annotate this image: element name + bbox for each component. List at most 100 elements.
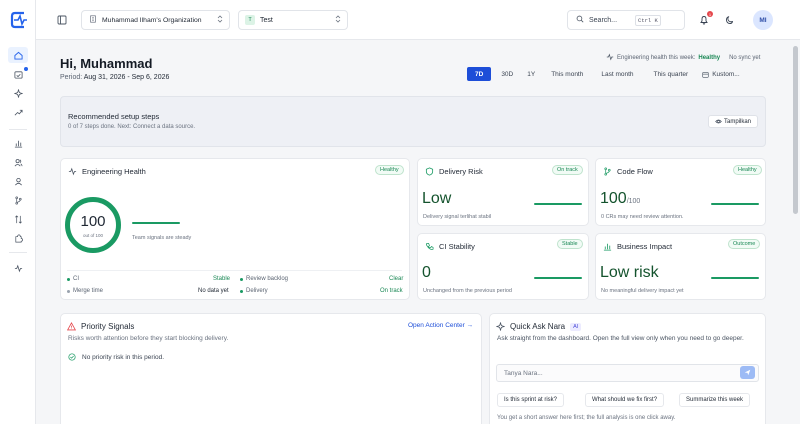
send-button[interactable]: [740, 366, 755, 379]
show-setup-label: Tampilkan: [723, 118, 751, 125]
period-label: Period:: [60, 74, 83, 81]
period-text: Period: Aug 31, 2026 - Sep 6, 2026: [60, 74, 169, 81]
users-icon[interactable]: [11, 155, 25, 169]
project-select[interactable]: T Test: [238, 10, 348, 30]
team-icon[interactable]: [11, 174, 25, 188]
quick-ask-footer: You get a short answer here first; the f…: [497, 415, 676, 421]
ci-stability-label: CI Stability: [439, 242, 475, 251]
git-compare-icon[interactable]: [11, 212, 25, 226]
code-flow-suffix: /100: [626, 198, 641, 205]
range-tab-custom[interactable]: Kustom...: [698, 67, 743, 81]
business-impact-label: Business Impact: [617, 242, 673, 251]
range-tab-7d[interactable]: 7D: [467, 67, 492, 81]
sync-status: No sync yet: [729, 55, 761, 61]
status-badge: Outcome: [728, 239, 761, 249]
status-badge: Healthy: [733, 165, 762, 175]
activity-icon[interactable]: [11, 261, 25, 275]
status-badge: Stable: [557, 239, 583, 249]
trend-up-icon[interactable]: [11, 105, 25, 119]
home-icon[interactable]: [8, 47, 28, 63]
ci-stability-title: CI Stability: [425, 242, 475, 251]
suggestion-chip[interactable]: What should we fix first?: [585, 393, 665, 407]
stat-label: Review backlog: [246, 276, 289, 282]
range-tab-30d[interactable]: 30D: [491, 67, 523, 81]
priority-signals-title: Priority Signals: [67, 322, 134, 331]
stat-review-backlog: Review backlog: [240, 276, 288, 282]
status-badge: On track: [552, 165, 583, 175]
show-setup-button[interactable]: Tampilkan: [708, 115, 758, 128]
bell-icon[interactable]: [699, 15, 709, 27]
sidebar: [0, 0, 36, 424]
shield-icon: [425, 167, 434, 176]
notification-dot: [24, 67, 28, 71]
health-score-ring: 100 out of 100: [65, 197, 121, 253]
page-title: Hi, Muhammad: [60, 56, 153, 71]
sparkles-icon: [496, 322, 505, 331]
range-tab-this-month[interactable]: This month: [543, 67, 591, 81]
health-value: Healthy: [698, 55, 721, 61]
building-icon: [89, 15, 97, 25]
impact-trend-line: [711, 277, 759, 279]
ci-stability-sub: Unchanged from the previous period: [423, 288, 512, 294]
status-dot: [67, 289, 70, 293]
ci-stability-value: 0: [422, 264, 431, 281]
health-note: Team signals are steady: [132, 235, 192, 241]
avatar[interactable]: MI: [753, 10, 773, 30]
ask-nara-input[interactable]: Tanya Nara...: [496, 364, 759, 382]
range-tab-1y[interactable]: 1Y: [523, 67, 543, 81]
moon-icon[interactable]: [725, 15, 735, 27]
stat-label: Merge time: [73, 288, 104, 294]
status-dot: [240, 289, 243, 293]
nav-divider: [9, 129, 27, 130]
stat-label: CI: [73, 276, 79, 282]
phone-icon: [425, 242, 434, 250]
period-value: Aug 31, 2026 - Sep 6, 2026: [83, 74, 170, 81]
search-placeholder: Search...: [589, 16, 618, 24]
calendar-check-icon[interactable]: [11, 67, 25, 81]
health-score: 100: [80, 212, 106, 230]
git-branch-icon: [604, 167, 611, 176]
stat-label: Delivery: [246, 288, 268, 294]
health-score-caption: out of 100: [82, 232, 104, 238]
code-flow-sub: 0 CRs may need review attention.: [601, 214, 684, 220]
calendar-icon: [702, 71, 709, 78]
send-icon: [744, 369, 751, 376]
sidebar-toggle-icon[interactable]: [57, 15, 67, 27]
code-flow-value: 100/100: [600, 190, 640, 208]
sparkles-icon[interactable]: [11, 86, 25, 100]
open-action-center-link[interactable]: Open Action Center →: [408, 322, 473, 329]
scrollbar[interactable]: [793, 46, 798, 214]
stat-value: Clear: [389, 276, 404, 282]
business-impact-sub: No meaningful delivery impact yet: [601, 288, 684, 294]
git-branch-icon[interactable]: [11, 193, 25, 207]
engineering-health-title: Engineering Health: [68, 167, 146, 176]
puzzle-icon[interactable]: [11, 231, 25, 245]
search-input[interactable]: Search... Ctrl K: [567, 10, 685, 30]
delivery-risk-value: Low: [422, 190, 452, 207]
organization-select[interactable]: Muhammad Ilham's Organization: [81, 10, 230, 30]
ci-trend-line: [534, 277, 582, 279]
range-tab-this-quarter[interactable]: This quarter: [644, 67, 699, 81]
range-tab-last-month[interactable]: Last month: [591, 67, 643, 81]
search-icon: [576, 15, 584, 25]
suggestion-chip[interactable]: Is this sprint at risk?: [497, 393, 565, 407]
code-flow-title: Code Flow: [603, 167, 653, 176]
search-shortcut: Ctrl K: [635, 14, 661, 26]
health-summary: Engineering health this week: Healthy No…: [606, 53, 760, 63]
suggestion-chip[interactable]: Summarize this week: [679, 393, 751, 407]
chevron-updown-icon: [335, 15, 341, 25]
bar-chart-icon: [603, 243, 612, 251]
delivery-risk-label: Delivery Risk: [439, 167, 483, 176]
stat-merge-time: Merge time: [67, 288, 103, 294]
setup-title: Recommended setup steps: [68, 112, 160, 121]
nav-divider: [9, 252, 27, 253]
quick-ask-description: Ask straight from the dashboard. Open th…: [497, 335, 744, 342]
bar-chart-icon[interactable]: [11, 136, 25, 150]
setup-subtitle: 0 of 7 steps done. Next: Connect a data …: [68, 124, 196, 130]
ai-tag: AI: [570, 322, 582, 331]
business-impact-title: Business Impact: [603, 242, 672, 251]
range-tabs: 7D 30D 1Y This month Last month This qua…: [467, 67, 744, 81]
nara-logo[interactable]: [9, 10, 29, 30]
status-dot: [240, 277, 243, 281]
divider: [67, 270, 402, 271]
